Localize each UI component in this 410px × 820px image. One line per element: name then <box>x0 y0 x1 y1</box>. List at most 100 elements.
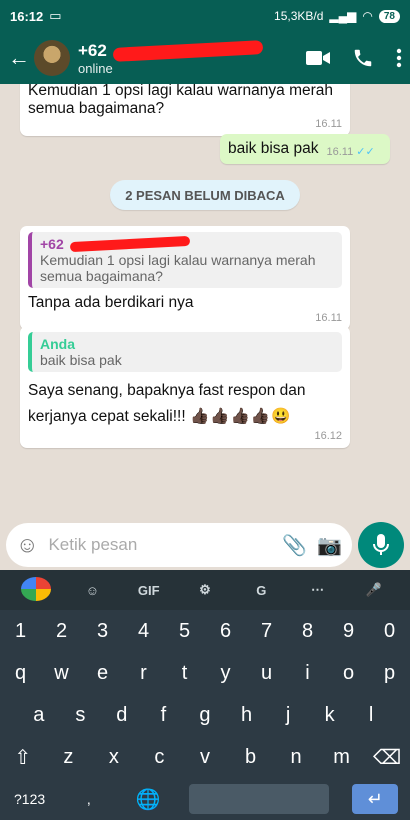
avatar[interactable] <box>34 40 70 76</box>
video-call-icon[interactable] <box>306 49 330 67</box>
key[interactable]: p <box>372 662 408 685</box>
comma-key[interactable]: , <box>71 791 107 807</box>
redaction-mark <box>112 39 264 62</box>
key-row-3: ⇧ z x c v b n m ⌫ <box>0 736 410 778</box>
backspace-key-icon[interactable]: ⌫ <box>369 745 405 770</box>
key[interactable]: j <box>270 704 306 727</box>
attachment-icon[interactable]: 📎 <box>282 533 307 558</box>
message-input[interactable] <box>48 535 273 555</box>
key[interactable]: u <box>249 662 285 685</box>
key[interactable]: 6 <box>208 620 244 643</box>
symbols-key[interactable]: ?123 <box>12 791 48 807</box>
message-input-container: ☺ 📎 📷 <box>6 523 352 567</box>
globe-icon[interactable]: 🌐 <box>130 787 166 812</box>
incoming-message-reply[interactable]: Anda baik bisa pak Saya senang, bapaknya… <box>20 326 350 448</box>
phone-call-icon[interactable] <box>352 47 374 69</box>
signal-icon: ▂▄▆ <box>329 9 357 23</box>
key[interactable]: a <box>21 704 57 727</box>
key[interactable]: c <box>141 746 177 769</box>
outgoing-message[interactable]: baik bisa pak 16.11 ✓✓ <box>220 134 390 164</box>
chat-area[interactable]: Kemudian 1 opsi lagi kalau warnanya mera… <box>0 84 410 520</box>
emoji-sequence: 👍🏿👍🏿👍🏿👍🏿😃 <box>189 408 292 425</box>
key[interactable]: q <box>3 662 39 685</box>
key[interactable]: o <box>331 662 367 685</box>
more-icon[interactable]: ⋯ <box>303 582 333 598</box>
key[interactable]: w <box>44 662 80 685</box>
quoted-message[interactable]: Anda baik bisa pak <box>28 332 342 372</box>
key-row-bottom: ?123 , 🌐 ↵ <box>0 778 410 820</box>
quoted-sender: +62 <box>40 236 64 252</box>
google-icon[interactable] <box>21 576 52 604</box>
key[interactable]: z <box>50 746 86 769</box>
key[interactable]: n <box>278 746 314 769</box>
key[interactable]: 8 <box>290 620 326 643</box>
key[interactable]: i <box>290 662 326 685</box>
key[interactable]: m <box>324 746 360 769</box>
message-text: baik bisa pak <box>228 140 319 157</box>
message-time: 16.11 <box>315 312 342 324</box>
status-bar: 16:12 ▭ 15,3KB/d ▂▄▆ ◠ 78 <box>0 0 410 32</box>
key[interactable]: g <box>187 704 223 727</box>
key[interactable]: d <box>104 704 140 727</box>
quoted-sender: Anda <box>40 336 75 352</box>
shift-key-icon[interactable]: ⇧ <box>5 745 41 770</box>
key[interactable]: k <box>312 704 348 727</box>
keyboard: ☺ GIF ⚙ G ⋯ 🎤 1 2 3 4 5 6 7 8 9 0 q w e … <box>0 570 410 820</box>
key[interactable]: y <box>208 662 244 685</box>
mic-icon <box>373 534 389 555</box>
battery-icon: 78 <box>378 9 400 23</box>
back-arrow-icon[interactable]: ← <box>8 45 34 71</box>
quoted-text: Kemudian 1 opsi lagi kalau warnanya mera… <box>40 252 316 284</box>
message-text: Kemudian 1 opsi lagi kalau warnanya mera… <box>28 84 334 117</box>
key-row-numbers: 1 2 3 4 5 6 7 8 9 0 <box>0 610 410 652</box>
emoji-icon[interactable]: ☺ <box>16 532 38 558</box>
key[interactable]: r <box>126 662 162 685</box>
key-row-2: a s d f g h j k l <box>0 694 410 736</box>
key[interactable]: x <box>96 746 132 769</box>
redaction-mark <box>69 235 190 253</box>
quoted-text: baik bisa pak <box>40 352 122 368</box>
keyboard-toolbar: ☺ GIF ⚙ G ⋯ 🎤 <box>0 570 410 610</box>
voice-input-icon[interactable]: 🎤 <box>359 582 389 598</box>
sticker-icon[interactable]: ☺ <box>77 583 107 598</box>
key[interactable]: 9 <box>331 620 367 643</box>
incoming-message-reply[interactable]: +62 Kemudian 1 opsi lagi kalau warnanya … <box>20 226 350 330</box>
key[interactable]: e <box>85 662 121 685</box>
translate-icon[interactable]: G <box>246 583 276 598</box>
unread-divider: 2 PESAN BELUM DIBACA <box>110 180 300 210</box>
message-time: 16.12 <box>314 430 342 442</box>
contact-info[interactable]: +62 online <box>78 39 264 76</box>
key[interactable]: 7 <box>249 620 285 643</box>
message-text: Tanpa ada berdikari nya <box>28 294 194 311</box>
key[interactable]: v <box>187 746 223 769</box>
settings-icon[interactable]: ⚙ <box>190 582 220 598</box>
key[interactable]: 1 <box>3 620 39 643</box>
key[interactable]: 3 <box>85 620 121 643</box>
network-speed: 15,3KB/d <box>274 9 324 23</box>
contact-name: +62 <box>78 40 107 60</box>
camera-icon[interactable]: 📷 <box>317 533 342 558</box>
key[interactable]: s <box>62 704 98 727</box>
wifi-icon: ◠ <box>362 9 373 23</box>
enter-key[interactable]: ↵ <box>352 784 399 814</box>
key[interactable]: 4 <box>126 620 162 643</box>
incoming-message[interactable]: Kemudian 1 opsi lagi kalau warnanya mera… <box>20 84 350 136</box>
more-options-icon[interactable] <box>396 48 402 68</box>
mic-button[interactable] <box>358 522 404 568</box>
key[interactable]: b <box>233 746 269 769</box>
key[interactable]: f <box>145 704 181 727</box>
key[interactable]: t <box>167 662 203 685</box>
message-input-bar: ☺ 📎 📷 <box>0 520 410 570</box>
key[interactable]: h <box>229 704 265 727</box>
quoted-message[interactable]: +62 Kemudian 1 opsi lagi kalau warnanya … <box>28 232 342 288</box>
message-time: 16.11 <box>315 118 342 130</box>
message-time: 16.11 <box>326 146 354 158</box>
key[interactable]: 5 <box>167 620 203 643</box>
key[interactable]: 0 <box>372 620 408 643</box>
gif-button[interactable]: GIF <box>134 583 164 598</box>
space-key[interactable] <box>189 784 330 814</box>
key[interactable]: l <box>353 704 389 727</box>
key[interactable]: 2 <box>44 620 80 643</box>
key-row-1: q w e r t y u i o p <box>0 652 410 694</box>
enter-arrow-icon: ↵ <box>367 788 383 809</box>
